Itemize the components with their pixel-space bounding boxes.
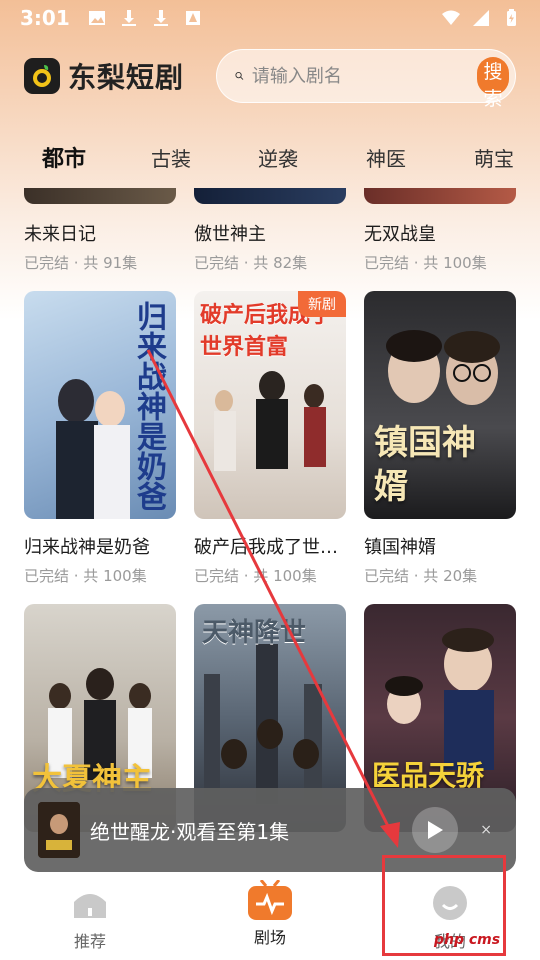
mini-player-text: 绝世醒龙·观看至第1集 xyxy=(90,819,290,844)
app-name: 东梨短剧 xyxy=(68,61,185,94)
drama-title: 破产后我成了世… xyxy=(194,537,338,558)
app-notification-icon xyxy=(185,11,200,25)
drama-card[interactable]: 傲世神主 已完结 · 共 82集 xyxy=(194,188,346,273)
poster-image: 镇国神婿 xyxy=(364,291,516,519)
drama-status: 已完结 · 共 82集 xyxy=(194,254,308,272)
poster-title-art: 归来战神是奶爸 xyxy=(131,301,166,511)
tab-ancient[interactable]: 古装 xyxy=(151,143,191,172)
drama-title: 傲世神主 xyxy=(194,224,266,245)
play-button[interactable] xyxy=(412,807,459,853)
search-icon xyxy=(235,71,244,80)
play-icon xyxy=(428,821,444,839)
theater-icon xyxy=(248,880,292,920)
poster-image xyxy=(24,188,176,204)
drama-title: 镇国神婿 xyxy=(364,537,436,558)
drama-status: 已完结 · 共 20集 xyxy=(364,567,478,585)
close-mini-player-button[interactable]: × xyxy=(480,822,492,838)
status-time: 3:01 xyxy=(20,6,70,30)
app-logo xyxy=(24,58,60,94)
battery-icon xyxy=(507,9,516,26)
nav-theater-label: 剧场 xyxy=(253,928,286,947)
drama-card[interactable]: 未来日记 已完结 · 共 91集 xyxy=(24,188,176,273)
category-tabs: 都市 古装 逆袭 神医 萌宝 xyxy=(0,132,540,182)
mini-player-thumbnail xyxy=(38,802,80,858)
tab-baby[interactable]: 萌宝 xyxy=(474,143,514,172)
poster-image xyxy=(194,188,346,204)
new-drama-badge: 新剧 xyxy=(298,291,346,317)
search-input[interactable] xyxy=(251,65,477,87)
drama-title: 未来日记 xyxy=(24,224,96,245)
drama-status: 已完结 · 共 100集 xyxy=(364,254,487,272)
image-icon xyxy=(88,11,105,25)
poster-image: 归来战神是奶爸 xyxy=(24,291,176,519)
home-icon xyxy=(74,894,106,918)
download-icon xyxy=(121,10,136,26)
wifi-icon xyxy=(442,10,460,25)
tab-comeback[interactable]: 逆袭 xyxy=(258,143,298,172)
tab-urban[interactable]: 都市 xyxy=(42,141,86,173)
drama-card[interactable]: 无双战皇 已完结 · 共 100集 xyxy=(364,188,516,273)
download-icon-2 xyxy=(153,10,168,26)
signal-icon xyxy=(473,10,489,26)
drama-title: 归来战神是奶爸 xyxy=(24,537,150,558)
watermark: php cms xyxy=(434,932,501,948)
status-bar: 3:01 xyxy=(0,0,540,36)
nav-theater[interactable]: 剧场 xyxy=(225,872,315,960)
drama-title: 无双战皇 xyxy=(364,224,436,245)
nav-recommend[interactable]: 推荐 xyxy=(45,872,135,960)
nav-recommend-label: 推荐 xyxy=(73,932,106,951)
poster-image: 破产后我成了世界首富 新剧 xyxy=(194,291,346,519)
poster-title-art: 天神降世 xyxy=(202,618,307,648)
drama-card[interactable]: 归来战神是奶爸 归来战神是奶爸 已完结 · 共 100集 xyxy=(24,291,176,586)
app-header: 东梨短剧 搜索 xyxy=(0,48,540,110)
drama-card[interactable]: 破产后我成了世界首富 新剧 破产后我成了世… 已完结 · 共 100集 xyxy=(194,291,346,586)
poster-image xyxy=(364,188,516,204)
drama-status: 已完结 · 共 91集 xyxy=(24,254,138,272)
drama-card[interactable]: 镇国神婿 镇国神婿 已完结 · 共 20集 xyxy=(364,291,516,586)
drama-status: 已完结 · 共 100集 xyxy=(24,567,147,585)
thumbnail-art xyxy=(38,802,80,858)
poster-title-art: 镇国神婿 xyxy=(374,423,476,507)
drama-status: 已完结 · 共 100集 xyxy=(194,567,317,585)
pear-logo-icon xyxy=(33,65,51,87)
tab-doctor[interactable]: 神医 xyxy=(366,143,406,172)
search-bar[interactable]: 搜索 xyxy=(216,49,516,110)
search-button[interactable]: 搜索 xyxy=(476,57,509,110)
